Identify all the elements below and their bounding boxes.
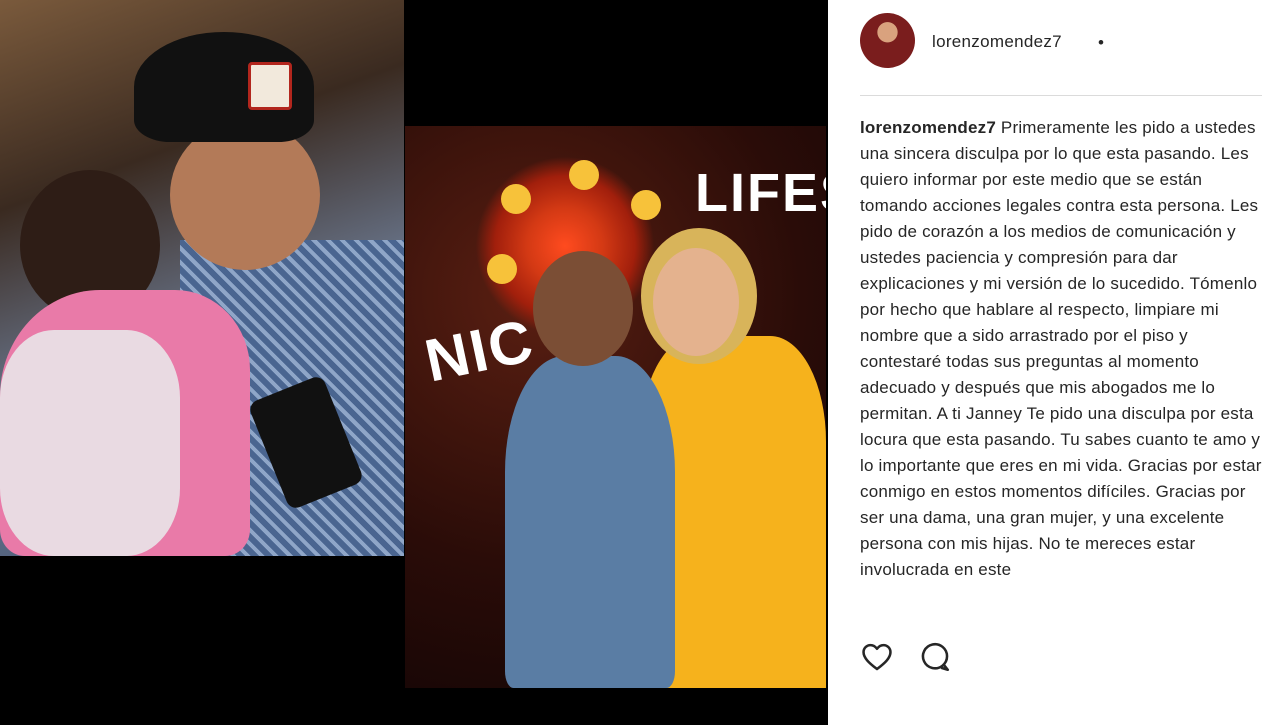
photo-family-hug <box>0 0 404 556</box>
post-side-panel: lorenzomendez7 • lorenzomendez7 Primeram… <box>828 0 1280 725</box>
caption-username[interactable]: lorenzomendez7 <box>860 118 996 137</box>
woman-face <box>653 248 739 356</box>
header-username[interactable]: lorenzomendez7 <box>932 32 1062 52</box>
backdrop-sign-text: LIFES <box>695 163 826 223</box>
sun-dot <box>569 160 599 190</box>
divider <box>860 95 1262 96</box>
backdrop-sign-text: NIC <box>419 306 541 395</box>
post-image-collage: LIFES NIC <box>0 0 828 725</box>
more-options-dot[interactable]: • <box>1098 33 1104 53</box>
avatar[interactable] <box>860 13 915 68</box>
photo-couple-kiss: LIFES NIC <box>405 126 826 688</box>
heart-icon[interactable] <box>860 640 894 674</box>
comment-icon[interactable] <box>918 640 952 674</box>
sun-dot <box>487 254 517 284</box>
man-face <box>170 120 320 270</box>
post-header: lorenzomendez7 • <box>828 0 1280 82</box>
man-head <box>533 251 633 366</box>
white-jacket <box>0 330 180 556</box>
cap-logo <box>248 62 292 110</box>
post-caption: lorenzomendez7 Primeramente les pido a u… <box>860 115 1265 615</box>
blue-suit <box>505 356 675 688</box>
caption-text: Primeramente les pido a ustedes una sinc… <box>860 118 1262 579</box>
sun-dot <box>631 190 661 220</box>
sun-dot <box>501 184 531 214</box>
